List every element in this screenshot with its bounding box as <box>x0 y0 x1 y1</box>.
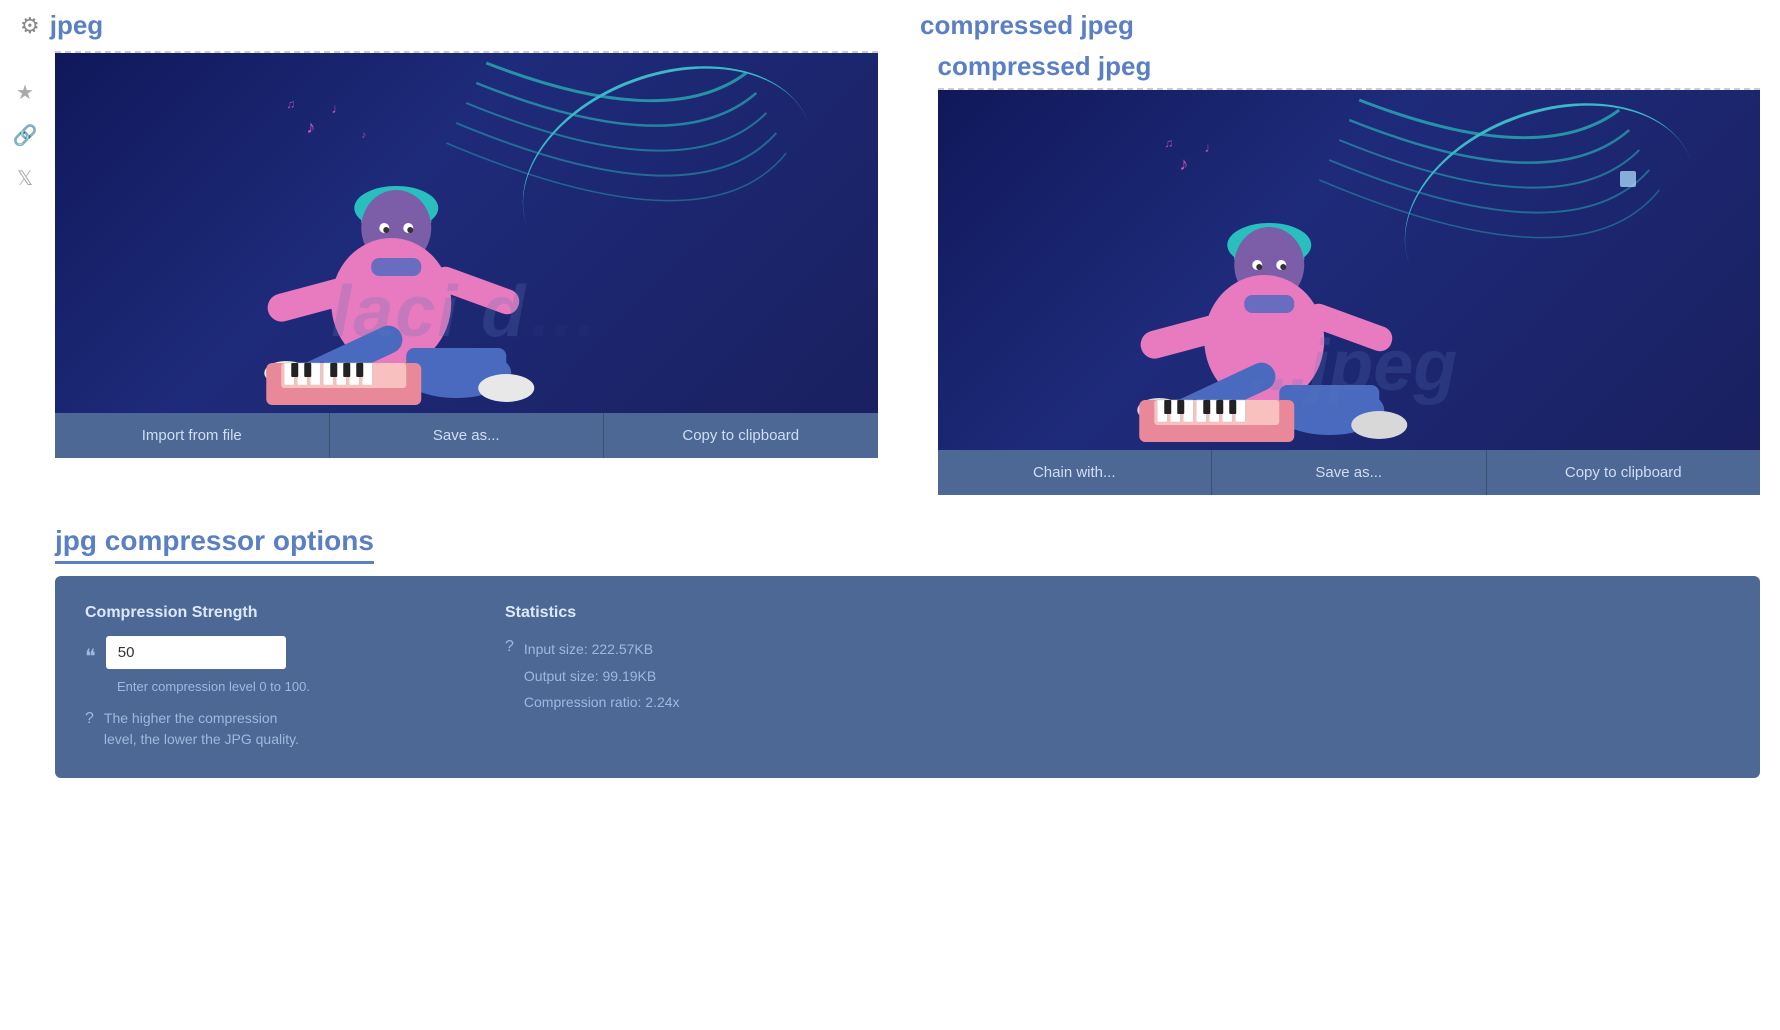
svg-text:♩: ♩ <box>1204 139 1218 155</box>
left-panel-buttons: Import from file Save as... Copy to clip… <box>55 413 878 458</box>
compression-input-row: ❝ <box>85 636 425 669</box>
input-size: Input size: 222.57KB <box>524 641 653 657</box>
right-copy-button[interactable]: Copy to clipboard <box>1487 450 1761 495</box>
left-image-panel: ♪ ♩ ♫ ♪ <box>55 51 878 495</box>
chain-button[interactable]: Chain with... <box>938 450 1213 495</box>
link-icon[interactable]: 🔗 <box>10 123 40 148</box>
panels-row: ♪ ♩ ♫ ♪ <box>55 51 1760 495</box>
gear-icon[interactable]: ⚙ <box>20 13 40 39</box>
right-panel-buttons: Chain with... Save as... Copy to clipboa… <box>938 450 1761 495</box>
compression-help-row: ? The higher the compressionlevel, the l… <box>85 708 425 750</box>
options-title-wrapper: jpg compressor options <box>55 525 1760 576</box>
statistics-section: Statistics ? Input size: 222.57KB Output… <box>505 604 1730 750</box>
svg-text:♫: ♫ <box>286 97 295 111</box>
help-icon-stats: ? <box>505 638 514 656</box>
stats-text: Input size: 222.57KB Output size: 99.19K… <box>524 636 680 716</box>
statistics-label: Statistics <box>505 604 1730 622</box>
compression-label: Compression Strength <box>85 604 425 622</box>
compression-hint: Enter compression level 0 to 100. <box>117 679 425 694</box>
left-watermark: laci d… <box>331 271 601 353</box>
help-icon-compression: ? <box>85 710 94 728</box>
options-panel: Compression Strength ❝ Enter compression… <box>55 576 1760 778</box>
compression-options: Compression Strength ❝ Enter compression… <box>85 604 425 750</box>
import-button[interactable]: Import from file <box>55 413 330 458</box>
compression-ratio: Compression ratio: 2.24x <box>524 694 680 710</box>
svg-text:♪: ♪ <box>1179 154 1188 174</box>
left-save-button[interactable]: Save as... <box>330 413 605 458</box>
stats-help-row: ? Input size: 222.57KB Output size: 99.1… <box>505 636 1730 716</box>
top-bar-left: ⚙ jpeg <box>20 10 103 41</box>
compression-input[interactable] <box>106 636 286 669</box>
svg-text:♫: ♫ <box>1164 136 1173 150</box>
left-image-container: ♪ ♩ ♫ ♪ <box>55 53 878 413</box>
sidebar: ★ 🔗 𝕏 <box>10 80 40 191</box>
twitter-icon[interactable]: 𝕏 <box>10 166 40 191</box>
right-panel-title-top: compressed jpeg <box>920 10 1134 41</box>
left-image-placeholder: ♪ ♩ ♫ ♪ <box>55 53 878 413</box>
right-save-button[interactable]: Save as... <box>1212 450 1487 495</box>
star-icon[interactable]: ★ <box>10 80 40 105</box>
top-bar: ⚙ jpeg <box>0 0 1780 51</box>
compression-help-text: The higher the compressionlevel, the low… <box>104 708 299 750</box>
main-content: ♪ ♩ ♫ ♪ <box>0 51 1780 798</box>
svg-text:♪: ♪ <box>361 130 366 141</box>
options-title: jpg compressor options <box>55 525 374 564</box>
left-panel-title: jpeg <box>50 10 103 41</box>
svg-text:♩: ♩ <box>331 100 345 116</box>
output-size: Output size: 99.19KB <box>524 668 656 684</box>
right-image-placeholder: ♪ ♩ ♫ <box>938 90 1761 450</box>
right-image-container: ♪ ♩ ♫ <box>938 90 1761 450</box>
left-copy-button[interactable]: Copy to clipboard <box>604 413 878 458</box>
options-section: jpg compressor options Compression Stren… <box>55 525 1760 778</box>
right-panel-title: compressed jpeg <box>938 51 1152 82</box>
quote-icon: ❝ <box>85 644 96 669</box>
svg-text:...jpeg: ...jpeg <box>1249 326 1457 406</box>
right-image-panel: compressed jpeg ♪ ♩ ♫ <box>938 51 1761 495</box>
svg-text:♪: ♪ <box>306 117 315 137</box>
